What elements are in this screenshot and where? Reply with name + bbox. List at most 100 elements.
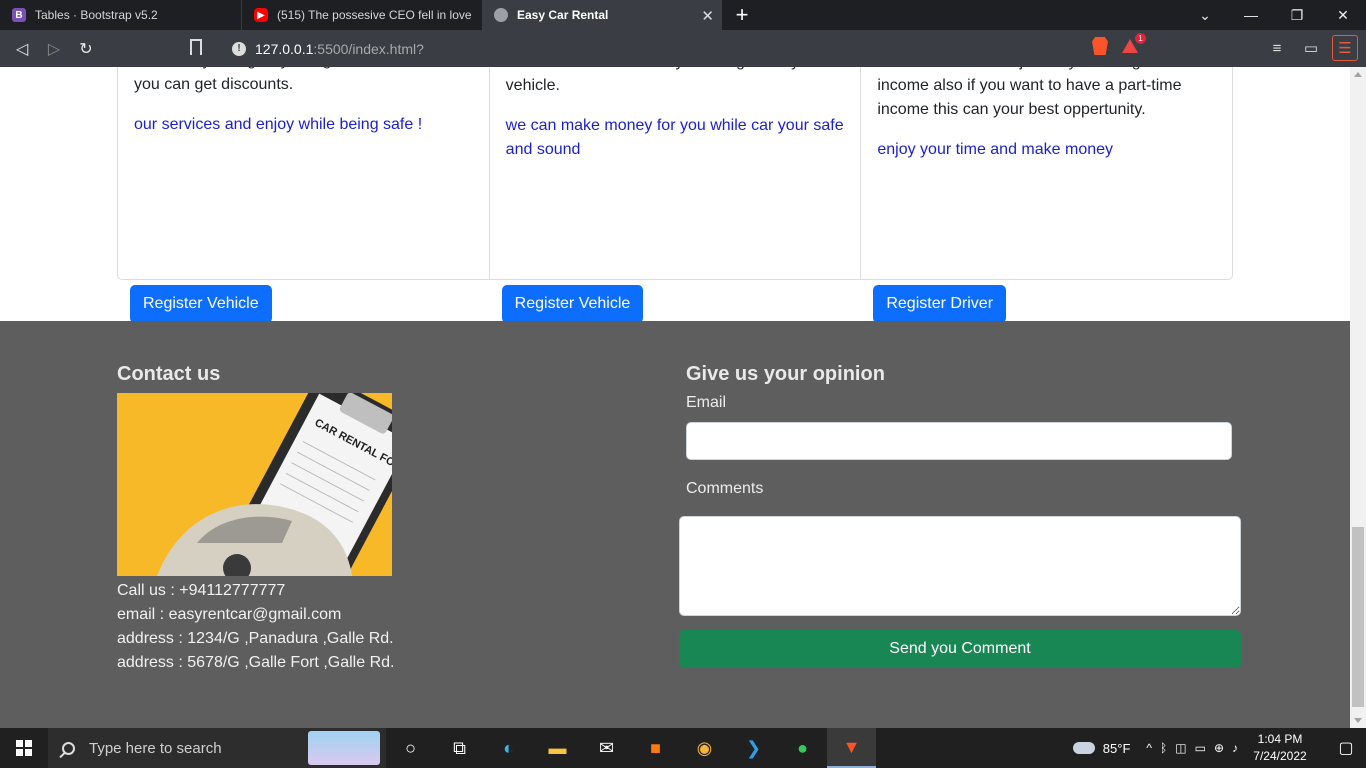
car-rental-illustration: CAR RENTAL FORM bbox=[117, 393, 392, 576]
tab-bootstrap-tables[interactable]: B Tables · Bootstrap v5.2 bbox=[0, 0, 242, 30]
start-button[interactable] bbox=[0, 728, 48, 768]
car-rental-form-image: CAR RENTAL FORM bbox=[117, 393, 392, 576]
menu-icon[interactable]: ☰ bbox=[1332, 35, 1358, 61]
url-host: 127.0.0.1 bbox=[255, 40, 314, 57]
comments-label: Comments bbox=[686, 480, 764, 497]
brave-shield-area: 1 bbox=[1092, 33, 1146, 55]
tab-title: Tables · Bootstrap v5.2 bbox=[35, 8, 158, 22]
edge-icon[interactable]: ◐ bbox=[484, 728, 533, 768]
contact-title: Contact us bbox=[117, 363, 221, 385]
bluetooth-icon[interactable]: ᛒ bbox=[1160, 741, 1167, 755]
youtube-icon: ▶ bbox=[254, 8, 268, 22]
register-driver-button[interactable]: Register Driver bbox=[873, 285, 1007, 323]
card-rent-vehicle: benifits.If you regulaly using this serv… bbox=[118, 67, 490, 323]
volume-icon[interactable]: ♪ bbox=[1232, 741, 1238, 755]
email-label: Email bbox=[686, 394, 727, 411]
whatsapp-icon[interactable]: ● bbox=[778, 728, 827, 768]
bookmark-icon[interactable] bbox=[190, 39, 202, 55]
tab-search-icon[interactable]: ⌄ bbox=[1182, 7, 1228, 24]
playlist-icon[interactable]: ≡ bbox=[1264, 35, 1290, 61]
url-path: :5500/index.html? bbox=[313, 40, 424, 57]
card-text: have time to drive. If so you can give u… bbox=[505, 67, 823, 94]
contact-details: Call us : +94112777777 email : easyrentc… bbox=[117, 579, 517, 675]
bootstrap-icon: B bbox=[12, 8, 26, 22]
email-field[interactable] bbox=[686, 422, 1232, 460]
card-give-vehicle: have time to drive. If so you can give u… bbox=[490, 67, 862, 323]
new-tab-button[interactable]: + bbox=[722, 0, 762, 30]
intellij-icon[interactable]: ■ bbox=[631, 728, 680, 768]
register-vehicle-button[interactable]: Register Vehicle bbox=[501, 285, 644, 323]
wallet-icon[interactable]: ▭ bbox=[1298, 35, 1324, 61]
forward-icon[interactable]: ▷ bbox=[38, 39, 70, 59]
weather-temp: 85°F bbox=[1102, 740, 1131, 756]
site-info-icon[interactable]: ! bbox=[232, 41, 246, 56]
file-explorer-icon[interactable]: ▬ bbox=[533, 728, 582, 768]
cloud-icon bbox=[1072, 742, 1095, 754]
task-view-icon[interactable]: ⧉ bbox=[435, 728, 484, 768]
card-text: then this is the best job for you with g… bbox=[877, 67, 1182, 118]
tray-icons: ^ ᛒ ◫ ▭ ⊕ ♪ bbox=[1146, 741, 1238, 755]
browser-toolbar: ◁ ▷ ↻ ! 127.0.0.1:5500/index.html? 1 ≡ ▭… bbox=[0, 30, 1366, 67]
register-vehicle-button[interactable]: Register Vehicle bbox=[130, 285, 272, 323]
page-scrollbar[interactable] bbox=[1350, 67, 1366, 728]
restore-button[interactable]: ❐ bbox=[1274, 7, 1320, 24]
browser-tab-bar: B Tables · Bootstrap v5.2 ▶ (515) The po… bbox=[0, 0, 1366, 30]
tab-title: Easy Car Rental bbox=[517, 8, 609, 22]
taskbar-search[interactable]: Type here to search bbox=[48, 728, 386, 768]
contact-address-1: address : 1234/G ,Panadura ,Galle Rd. bbox=[117, 630, 394, 647]
windows-icon bbox=[16, 740, 32, 756]
comments-textarea[interactable] bbox=[679, 516, 1241, 616]
window-controls: ⌄ — ❐ ✕ bbox=[1182, 0, 1366, 30]
brave-browser-icon[interactable]: ▼ bbox=[827, 728, 876, 768]
close-window-button[interactable]: ✕ bbox=[1320, 7, 1366, 24]
card-highlight: our services and enjoy while being safe … bbox=[134, 116, 423, 133]
chrome-icon[interactable]: ◉ bbox=[680, 728, 729, 768]
network-icon[interactable]: ⊕ bbox=[1214, 741, 1224, 755]
close-tab-icon[interactable]: ✕ bbox=[701, 7, 714, 25]
cortana-icon[interactable]: ○ bbox=[386, 728, 435, 768]
show-hidden-icons-icon[interactable]: ^ bbox=[1146, 741, 1152, 755]
contact-address-2: address : 5678/G ,Galle Fort ,Galle Rd. bbox=[117, 654, 395, 671]
notification-icon[interactable]: ▢ bbox=[1326, 738, 1366, 758]
opinion-title: Give us your opinion bbox=[686, 363, 885, 385]
card-highlight: enjoy your time and make money bbox=[877, 141, 1114, 158]
brave-rewards-icon[interactable]: 1 bbox=[1122, 33, 1146, 53]
reload-icon[interactable]: ↻ bbox=[70, 39, 102, 59]
search-highlight-image bbox=[308, 731, 380, 765]
service-cards: benifits.If you regulaly using this serv… bbox=[117, 67, 1233, 323]
page-viewport: benifits.If you regulaly using this serv… bbox=[0, 67, 1350, 728]
contact-section: Contact us CAR RENTAL FORM Call us: +94… bbox=[117, 363, 517, 675]
address-bar[interactable]: ! 127.0.0.1:5500/index.html? bbox=[222, 35, 1366, 62]
scroll-up-icon[interactable] bbox=[1354, 72, 1362, 77]
system-tray: 85°F ^ ᛒ ◫ ▭ ⊕ ♪ 1:04 PM 7/24/2022 ▢ bbox=[1072, 728, 1366, 768]
clock[interactable]: 1:04 PM 7/24/2022 bbox=[1250, 731, 1310, 765]
scroll-thumb[interactable] bbox=[1352, 527, 1364, 707]
card-text: benifits.If you regulaly using this serv… bbox=[134, 67, 460, 93]
contact-email: email : easyrentcar@gmail.com bbox=[117, 606, 342, 623]
back-icon[interactable]: ◁ bbox=[6, 39, 38, 59]
scroll-down-icon[interactable] bbox=[1354, 718, 1362, 723]
mail-icon[interactable]: ✉ bbox=[582, 728, 631, 768]
clock-time: 1:04 PM bbox=[1257, 732, 1303, 746]
brave-shields-icon[interactable] bbox=[1092, 37, 1108, 55]
windows-taskbar: Type here to search ○ ⧉ ◐ ▬ ✉ ■ ◉ ❯ ● ▼ … bbox=[0, 728, 1366, 768]
card-driver-job: then this is the best job for you with g… bbox=[861, 67, 1232, 323]
globe-icon bbox=[494, 8, 508, 22]
send-comment-button[interactable]: Send you Comment bbox=[679, 630, 1241, 668]
meet-now-icon[interactable]: ◫ bbox=[1175, 741, 1186, 755]
rewards-badge: 1 bbox=[1135, 33, 1146, 44]
vscode-icon[interactable]: ❯ bbox=[729, 728, 778, 768]
tab-easy-car-rental[interactable]: Easy Car Rental ✕ bbox=[482, 0, 722, 30]
tab-youtube[interactable]: ▶ (515) The possesive CEO fell in love w… bbox=[242, 0, 482, 30]
battery-icon[interactable]: ▭ bbox=[1195, 741, 1206, 755]
minimize-button[interactable]: — bbox=[1228, 7, 1274, 23]
opinion-form: Give us your opinion Email Comments Send… bbox=[679, 363, 1241, 668]
clock-date: 7/24/2022 bbox=[1253, 749, 1307, 763]
contact-phone: Call us : +94112777777 bbox=[117, 582, 286, 599]
toolbar-right: ≡ ▭ ☰ bbox=[1264, 35, 1358, 61]
weather-widget[interactable]: 85°F bbox=[1072, 740, 1131, 756]
search-icon bbox=[62, 741, 75, 755]
card-highlight: we can make money for you while car your… bbox=[505, 117, 844, 158]
tab-title: (515) The possesive CEO fell in love wi bbox=[277, 8, 472, 22]
footer: Contact us CAR RENTAL FORM Call us: +94… bbox=[0, 321, 1350, 728]
